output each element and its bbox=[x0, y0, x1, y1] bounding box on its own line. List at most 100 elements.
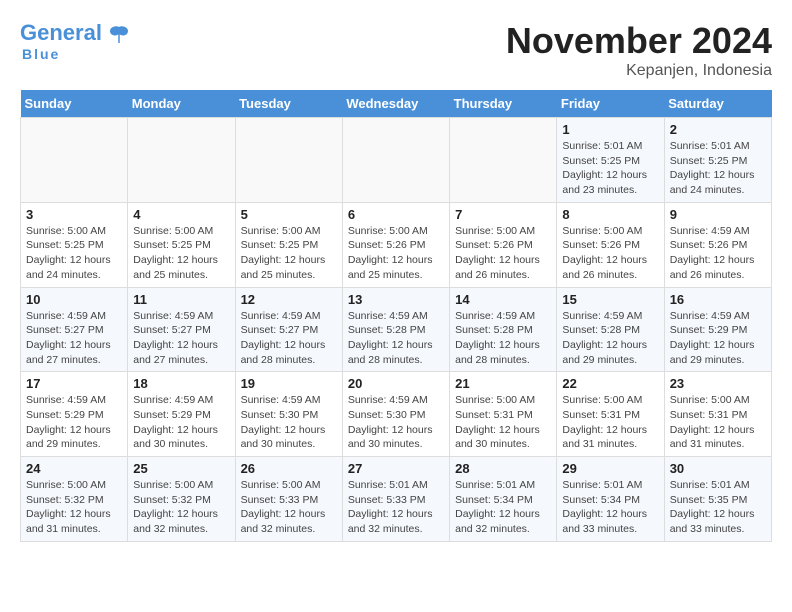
day-info: Sunrise: 4:59 AM Sunset: 5:27 PM Dayligh… bbox=[241, 309, 337, 368]
calendar-week-row: 24 Sunrise: 5:00 AM Sunset: 5:32 PM Dayli… bbox=[21, 457, 772, 542]
logo-bird-icon bbox=[108, 23, 130, 45]
day-number: 30 bbox=[670, 461, 766, 476]
day-number: 3 bbox=[26, 207, 122, 222]
calendar-cell bbox=[21, 118, 128, 203]
calendar-cell: 24 Sunrise: 5:00 AM Sunset: 5:32 PM Dayli… bbox=[21, 457, 128, 542]
day-info: Sunrise: 4:59 AM Sunset: 5:26 PM Dayligh… bbox=[670, 224, 766, 283]
calendar-cell: 9 Sunrise: 4:59 AM Sunset: 5:26 PM Daylig… bbox=[664, 202, 771, 287]
day-number: 29 bbox=[562, 461, 658, 476]
calendar-cell: 5Sunrise: 5:00 AM Sunset: 5:25 PM Daylig… bbox=[235, 202, 342, 287]
day-number: 17 bbox=[26, 376, 122, 391]
page-header: General Blue November 2024 Kepanjen, Ind… bbox=[20, 20, 772, 80]
day-info: Sunrise: 4:59 AM Sunset: 5:28 PM Dayligh… bbox=[455, 309, 551, 368]
day-number: 2 bbox=[670, 122, 766, 137]
day-number: 24 bbox=[26, 461, 122, 476]
day-info: Sunrise: 5:00 AM Sunset: 5:26 PM Dayligh… bbox=[455, 224, 551, 283]
day-number: 7 bbox=[455, 207, 551, 222]
calendar-cell: 23 Sunrise: 5:00 AM Sunset: 5:31 PM Dayli… bbox=[664, 372, 771, 457]
day-number: 18 bbox=[133, 376, 229, 391]
day-number: 27 bbox=[348, 461, 444, 476]
day-info: Sunrise: 5:01 AM Sunset: 5:25 PM Dayligh… bbox=[562, 139, 658, 198]
calendar-cell: 3 Sunrise: 5:00 AM Sunset: 5:25 PM Daylig… bbox=[21, 202, 128, 287]
location: Kepanjen, Indonesia bbox=[506, 62, 772, 80]
calendar-week-row: 17 Sunrise: 4:59 AM Sunset: 5:29 PM Dayli… bbox=[21, 372, 772, 457]
day-number: 23 bbox=[670, 376, 766, 391]
calendar-cell bbox=[450, 118, 557, 203]
day-number: 11 bbox=[133, 292, 229, 307]
day-number: 16 bbox=[670, 292, 766, 307]
calendar-cell: 13 Sunrise: 4:59 AM Sunset: 5:28 PM Dayli… bbox=[342, 287, 449, 372]
day-number: 28 bbox=[455, 461, 551, 476]
weekday-header-friday: Friday bbox=[557, 90, 664, 118]
calendar-cell: 28 Sunrise: 5:01 AM Sunset: 5:34 PM Dayli… bbox=[450, 457, 557, 542]
day-info: Sunrise: 5:00 AM Sunset: 5:26 PM Dayligh… bbox=[562, 224, 658, 283]
day-info: Sunrise: 5:00 AM Sunset: 5:32 PM Dayligh… bbox=[26, 478, 122, 537]
day-info: Sunrise: 4:59 AM Sunset: 5:29 PM Dayligh… bbox=[26, 393, 122, 452]
calendar-cell: 8 Sunrise: 5:00 AM Sunset: 5:26 PM Daylig… bbox=[557, 202, 664, 287]
day-number: 25 bbox=[133, 461, 229, 476]
day-number: 5 bbox=[241, 207, 337, 222]
title-area: November 2024 Kepanjen, Indonesia bbox=[506, 20, 772, 80]
weekday-header-saturday: Saturday bbox=[664, 90, 771, 118]
day-info: Sunrise: 4:59 AM Sunset: 5:28 PM Dayligh… bbox=[562, 309, 658, 368]
calendar-cell: 4 Sunrise: 5:00 AM Sunset: 5:25 PM Daylig… bbox=[128, 202, 235, 287]
calendar-cell: 30 Sunrise: 5:01 AM Sunset: 5:35 PM Dayli… bbox=[664, 457, 771, 542]
day-number: 13 bbox=[348, 292, 444, 307]
day-info: Sunrise: 5:01 AM Sunset: 5:25 PM Dayligh… bbox=[670, 139, 766, 198]
day-info: Sunrise: 5:01 AM Sunset: 5:34 PM Dayligh… bbox=[562, 478, 658, 537]
calendar-cell: 21Sunrise: 5:00 AM Sunset: 5:31 PM Dayli… bbox=[450, 372, 557, 457]
day-info: Sunrise: 5:00 AM Sunset: 5:31 PM Dayligh… bbox=[670, 393, 766, 452]
calendar-cell: 17 Sunrise: 4:59 AM Sunset: 5:29 PM Dayli… bbox=[21, 372, 128, 457]
day-info: Sunrise: 5:00 AM Sunset: 5:31 PM Dayligh… bbox=[455, 393, 551, 452]
day-number: 20 bbox=[348, 376, 444, 391]
day-info: Sunrise: 4:59 AM Sunset: 5:30 PM Dayligh… bbox=[348, 393, 444, 452]
day-info: Sunrise: 5:01 AM Sunset: 5:34 PM Dayligh… bbox=[455, 478, 551, 537]
day-info: Sunrise: 5:00 AM Sunset: 5:25 PM Dayligh… bbox=[133, 224, 229, 283]
day-info: Sunrise: 4:59 AM Sunset: 5:29 PM Dayligh… bbox=[670, 309, 766, 368]
day-number: 12 bbox=[241, 292, 337, 307]
day-info: Sunrise: 4:59 AM Sunset: 5:28 PM Dayligh… bbox=[348, 309, 444, 368]
day-info: Sunrise: 4:59 AM Sunset: 5:29 PM Dayligh… bbox=[133, 393, 229, 452]
calendar-cell: 16 Sunrise: 4:59 AM Sunset: 5:29 PM Dayli… bbox=[664, 287, 771, 372]
day-number: 9 bbox=[670, 207, 766, 222]
calendar-cell: 12 Sunrise: 4:59 AM Sunset: 5:27 PM Dayli… bbox=[235, 287, 342, 372]
day-info: Sunrise: 5:01 AM Sunset: 5:35 PM Dayligh… bbox=[670, 478, 766, 537]
logo-name: General bbox=[20, 20, 130, 46]
day-number: 19 bbox=[241, 376, 337, 391]
calendar-table: SundayMondayTuesdayWednesdayThursdayFrid… bbox=[20, 90, 772, 542]
calendar-cell: 29 Sunrise: 5:01 AM Sunset: 5:34 PM Dayli… bbox=[557, 457, 664, 542]
calendar-cell: 15 Sunrise: 4:59 AM Sunset: 5:28 PM Dayli… bbox=[557, 287, 664, 372]
calendar-week-row: 3 Sunrise: 5:00 AM Sunset: 5:25 PM Daylig… bbox=[21, 202, 772, 287]
day-number: 8 bbox=[562, 207, 658, 222]
calendar-cell: 26Sunrise: 5:00 AM Sunset: 5:33 PM Dayli… bbox=[235, 457, 342, 542]
calendar-cell: 18 Sunrise: 4:59 AM Sunset: 5:29 PM Dayli… bbox=[128, 372, 235, 457]
calendar-cell: 6 Sunrise: 5:00 AM Sunset: 5:26 PM Daylig… bbox=[342, 202, 449, 287]
day-info: Sunrise: 5:00 AM Sunset: 5:32 PM Dayligh… bbox=[133, 478, 229, 537]
calendar-cell: 7 Sunrise: 5:00 AM Sunset: 5:26 PM Daylig… bbox=[450, 202, 557, 287]
month-title: November 2024 bbox=[506, 20, 772, 62]
day-info: Sunrise: 5:00 AM Sunset: 5:33 PM Dayligh… bbox=[241, 478, 337, 537]
day-number: 1 bbox=[562, 122, 658, 137]
day-number: 4 bbox=[133, 207, 229, 222]
day-number: 22 bbox=[562, 376, 658, 391]
day-number: 6 bbox=[348, 207, 444, 222]
calendar-cell: 27Sunrise: 5:01 AM Sunset: 5:33 PM Dayli… bbox=[342, 457, 449, 542]
day-info: Sunrise: 4:59 AM Sunset: 5:27 PM Dayligh… bbox=[133, 309, 229, 368]
weekday-header-monday: Monday bbox=[128, 90, 235, 118]
day-info: Sunrise: 5:00 AM Sunset: 5:26 PM Dayligh… bbox=[348, 224, 444, 283]
day-info: Sunrise: 4:59 AM Sunset: 5:27 PM Dayligh… bbox=[26, 309, 122, 368]
day-info: Sunrise: 5:00 AM Sunset: 5:25 PM Dayligh… bbox=[26, 224, 122, 283]
calendar-cell bbox=[235, 118, 342, 203]
logo-blue-text: Blue bbox=[22, 46, 60, 62]
calendar-cell: 1 Sunrise: 5:01 AM Sunset: 5:25 PM Daylig… bbox=[557, 118, 664, 203]
day-number: 15 bbox=[562, 292, 658, 307]
calendar-cell: 10 Sunrise: 4:59 AM Sunset: 5:27 PM Dayli… bbox=[21, 287, 128, 372]
calendar-cell: 20 Sunrise: 4:59 AM Sunset: 5:30 PM Dayli… bbox=[342, 372, 449, 457]
calendar-cell bbox=[342, 118, 449, 203]
day-number: 10 bbox=[26, 292, 122, 307]
calendar-cell: 2 Sunrise: 5:01 AM Sunset: 5:25 PM Daylig… bbox=[664, 118, 771, 203]
day-info: Sunrise: 5:00 AM Sunset: 5:31 PM Dayligh… bbox=[562, 393, 658, 452]
calendar-week-row: 1 Sunrise: 5:01 AM Sunset: 5:25 PM Daylig… bbox=[21, 118, 772, 203]
logo: General Blue bbox=[20, 20, 130, 62]
day-number: 14 bbox=[455, 292, 551, 307]
